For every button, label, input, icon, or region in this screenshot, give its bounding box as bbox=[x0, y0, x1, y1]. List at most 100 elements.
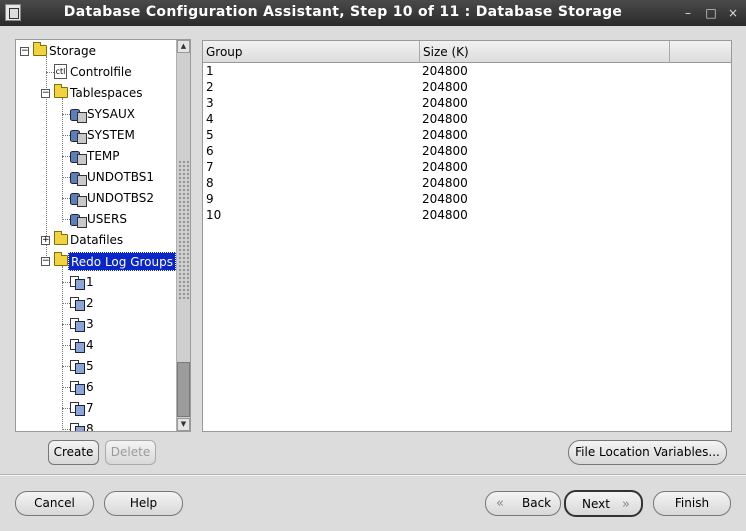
tree-label: 8 bbox=[86, 422, 94, 432]
tree-connector bbox=[46, 72, 54, 73]
scrollbar-thumb[interactable] bbox=[177, 362, 190, 417]
tree-connector bbox=[62, 408, 70, 409]
scroll-up-icon[interactable]: ▲ bbox=[177, 40, 190, 53]
file-location-variables-button[interactable]: File Location Variables... bbox=[568, 440, 727, 465]
tree-connector bbox=[62, 429, 70, 430]
cell-group: 3 bbox=[206, 96, 214, 110]
tablespace-icon bbox=[70, 212, 87, 228]
tree-label: 4 bbox=[86, 338, 94, 352]
tree-connector bbox=[62, 177, 70, 178]
tree-label: 6 bbox=[86, 380, 94, 394]
table-row[interactable]: 7 204800 bbox=[203, 159, 731, 175]
cell-size: 204800 bbox=[422, 112, 468, 126]
tree-connector bbox=[62, 135, 70, 136]
tree-label: Controlfile bbox=[70, 65, 132, 79]
tree-label: UNDOTBS2 bbox=[87, 191, 155, 205]
cell-group: 7 bbox=[206, 160, 214, 174]
cell-group: 2 bbox=[206, 80, 214, 94]
redo-log-icon bbox=[70, 423, 85, 431]
redo-log-groups-table[interactable]: Group Size (K) 1 204800 2 204800 3 20480… bbox=[202, 40, 732, 432]
collapse-icon[interactable]: − bbox=[41, 89, 50, 98]
back-button-label: Back bbox=[522, 496, 552, 510]
delete-button[interactable]: Delete bbox=[105, 440, 156, 465]
tree-connector bbox=[62, 98, 63, 222]
tablespace-icon bbox=[70, 128, 87, 144]
column-header-group[interactable]: Group bbox=[203, 41, 420, 63]
tree-label: USERS bbox=[87, 212, 127, 226]
collapse-icon[interactable]: − bbox=[41, 257, 50, 266]
tree-label: 1 bbox=[86, 275, 94, 289]
tree-connector bbox=[62, 387, 70, 388]
table-header: Group Size (K) bbox=[203, 41, 731, 63]
expand-icon[interactable]: + bbox=[41, 236, 50, 245]
cell-size: 204800 bbox=[422, 144, 468, 158]
tablespace-icon bbox=[70, 191, 87, 207]
table-row[interactable]: 8 204800 bbox=[203, 175, 731, 191]
tree-connector bbox=[62, 114, 70, 115]
tree-label: 3 bbox=[86, 317, 94, 331]
table-row[interactable]: 2 204800 bbox=[203, 79, 731, 95]
column-header-size[interactable]: Size (K) bbox=[420, 41, 670, 63]
tree-label: 2 bbox=[86, 296, 94, 310]
next-button-label: Next bbox=[582, 497, 610, 511]
collapse-icon[interactable]: − bbox=[20, 47, 29, 56]
window-title: Database Configuration Assistant, Step 1… bbox=[63, 4, 623, 20]
redo-log-icon bbox=[70, 297, 85, 311]
tablespace-icon bbox=[70, 170, 87, 186]
maximize-icon[interactable]: □ bbox=[703, 5, 719, 21]
tree-label: SYSTEM bbox=[87, 128, 135, 142]
chevron-left-icon: « bbox=[496, 496, 504, 511]
minimize-icon[interactable]: – bbox=[680, 5, 696, 21]
cell-size: 204800 bbox=[422, 96, 468, 110]
cell-group: 1 bbox=[206, 64, 214, 78]
tree-connector bbox=[62, 219, 70, 220]
cell-group: 8 bbox=[206, 176, 214, 190]
cancel-button[interactable]: Cancel bbox=[15, 491, 94, 516]
table-row[interactable]: 3 204800 bbox=[203, 95, 731, 111]
cell-size: 204800 bbox=[422, 192, 468, 206]
finish-button[interactable]: Finish bbox=[653, 491, 731, 516]
table-row[interactable]: 9 204800 bbox=[203, 191, 731, 207]
tree-label: UNDOTBS1 bbox=[87, 170, 155, 184]
create-button[interactable]: Create bbox=[48, 440, 99, 465]
redo-log-icon bbox=[70, 276, 85, 290]
table-row[interactable]: 1 204800 bbox=[203, 63, 731, 79]
cell-size: 204800 bbox=[422, 80, 468, 94]
tree-label-selected: Redo Log Groups bbox=[68, 252, 176, 271]
tablespace-icon bbox=[70, 107, 87, 123]
tree-connector bbox=[62, 156, 70, 157]
cell-group: 4 bbox=[206, 112, 214, 126]
cell-size: 204800 bbox=[422, 128, 468, 142]
chevron-right-icon: » bbox=[622, 497, 630, 512]
scroll-down-icon[interactable]: ▼ bbox=[177, 418, 190, 431]
tree-label: Tablespaces bbox=[70, 86, 143, 100]
table-row[interactable]: 10 204800 bbox=[203, 207, 731, 223]
table-row[interactable]: 6 204800 bbox=[203, 143, 731, 159]
tablespace-icon bbox=[70, 149, 87, 165]
cell-group: 5 bbox=[206, 128, 214, 142]
tree-label: TEMP bbox=[87, 149, 120, 163]
folder-icon bbox=[54, 231, 68, 245]
pane-splitter-handle[interactable] bbox=[178, 160, 190, 300]
back-button[interactable]: « Back bbox=[485, 491, 561, 516]
redo-log-icon bbox=[70, 360, 85, 374]
tree-label: Storage bbox=[49, 44, 96, 58]
storage-tree[interactable]: − Storage ctl Controlfile − Tablespaces … bbox=[15, 39, 191, 432]
next-button[interactable]: Next » bbox=[564, 490, 643, 517]
tree-connector bbox=[62, 282, 70, 283]
table-row[interactable]: 4 204800 bbox=[203, 111, 731, 127]
tree-connector bbox=[62, 324, 70, 325]
title-bar: Database Configuration Assistant, Step 1… bbox=[0, 0, 746, 26]
table-row[interactable]: 5 204800 bbox=[203, 127, 731, 143]
close-icon[interactable]: × bbox=[725, 5, 741, 21]
help-button[interactable]: Help bbox=[104, 491, 183, 516]
cell-size: 204800 bbox=[422, 208, 468, 222]
tree-connector bbox=[62, 303, 70, 304]
folder-icon bbox=[54, 252, 68, 266]
tree-label: 7 bbox=[86, 401, 94, 415]
tree-connector bbox=[62, 366, 70, 367]
cell-group: 9 bbox=[206, 192, 214, 206]
redo-log-icon bbox=[70, 381, 85, 395]
redo-log-icon bbox=[70, 318, 85, 332]
separator bbox=[0, 474, 746, 476]
